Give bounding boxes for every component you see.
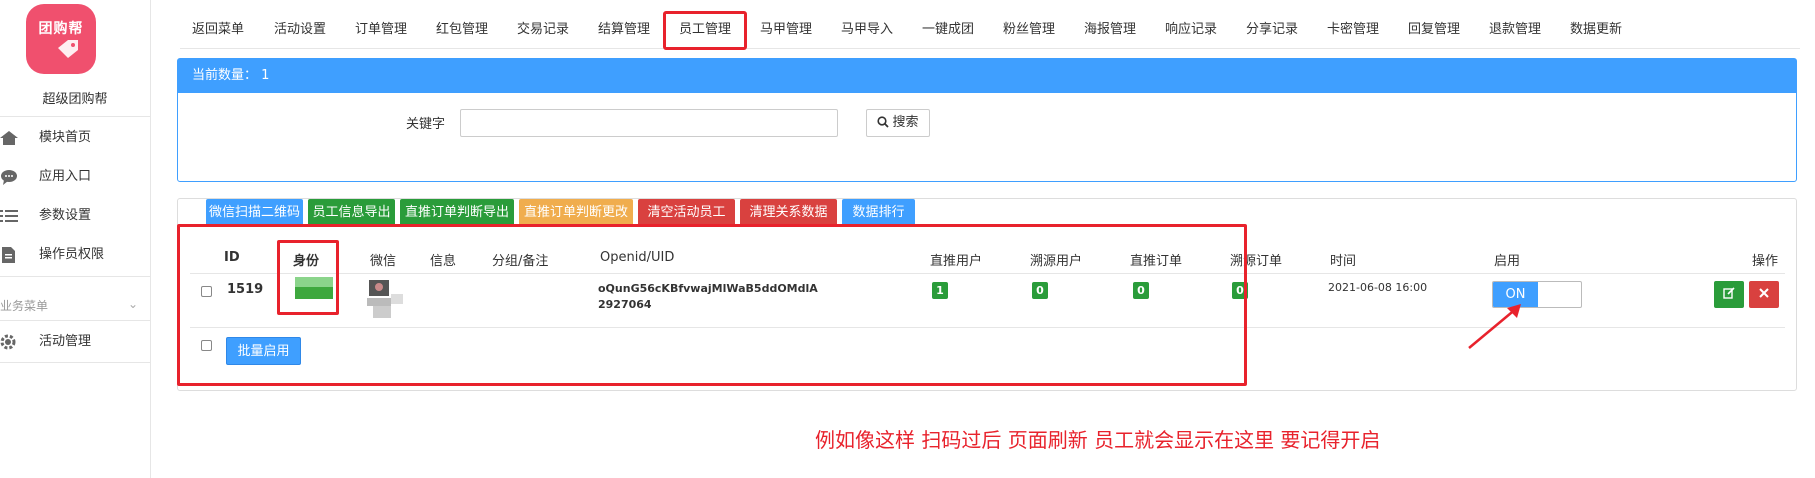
home-icon: [0, 131, 18, 145]
tab-settlement[interactable]: 结算管理: [598, 14, 650, 48]
file-icon: [2, 247, 15, 263]
tab-order-management[interactable]: 订单管理: [355, 14, 407, 48]
sidebar-item-label: 活动管理: [39, 334, 92, 349]
tab-activity-settings[interactable]: 活动设置: [274, 14, 326, 48]
wechat-scan-qrcode-button[interactable]: 微信扫描二维码: [206, 199, 303, 227]
sidebar-item-settings[interactable]: 参数设置: [0, 201, 150, 231]
sidebar-divider: [0, 320, 150, 321]
gear-icon: [0, 334, 16, 350]
search-button[interactable]: 搜索: [866, 109, 930, 137]
tab-transactions[interactable]: 交易记录: [517, 14, 569, 48]
edit-icon: [1723, 287, 1735, 299]
current-count: 当前数量： 1: [192, 68, 270, 83]
sidebar-section-label: 业务菜单: [0, 299, 49, 313]
active-tab-highlight: [663, 11, 747, 50]
tab-back-menu[interactable]: 返回菜单: [192, 14, 244, 48]
search-button-label: 搜索: [892, 115, 919, 130]
search-panel: 当前数量： 1 关键字 搜索: [177, 58, 1797, 182]
tab-vest-management[interactable]: 马甲管理: [760, 14, 812, 48]
keyword-input[interactable]: [460, 109, 838, 137]
instruction-annotation: 例如像这样 扫码过后 页面刷新 员工就会显示在这里 要记得开启: [815, 428, 1381, 452]
sidebar-item-label: 参数设置: [39, 208, 92, 223]
column-header-enabled: 启用: [1494, 254, 1521, 269]
tab-fans-management[interactable]: 粉丝管理: [1003, 14, 1055, 48]
tab-poster-management[interactable]: 海报管理: [1084, 14, 1136, 48]
highlight-box-identity: [277, 240, 339, 315]
panel-header: 当前数量： 1: [178, 59, 1796, 93]
export-direct-order-button[interactable]: 直推订单判断导出: [400, 199, 514, 227]
logo-text: 团购帮: [38, 21, 84, 37]
sidebar-divider: [0, 362, 150, 363]
change-direct-order-button[interactable]: 直推订单判断更改: [519, 199, 633, 227]
delete-button[interactable]: [1749, 281, 1779, 308]
tab-refund-management[interactable]: 退款管理: [1489, 14, 1541, 48]
arrow-icon: [1468, 304, 1521, 349]
clear-relation-data-button[interactable]: 清理关系数据: [740, 199, 837, 227]
tab-card-management[interactable]: 卡密管理: [1327, 14, 1379, 48]
sidebar-item-app-entry[interactable]: 应用入口: [0, 162, 150, 192]
row-time: 2021-06-08 16:00: [1328, 281, 1428, 294]
data-ranking-button[interactable]: 数据排行: [842, 199, 915, 227]
tab-vest-import[interactable]: 马甲导入: [841, 14, 893, 48]
tab-response-records[interactable]: 响应记录: [1165, 14, 1217, 48]
sidebar-divider: [0, 116, 150, 117]
export-staff-info-button[interactable]: 员工信息导出: [308, 199, 395, 227]
tag-icon: [58, 40, 78, 58]
tab-red-packet[interactable]: 红包管理: [436, 14, 488, 48]
sidebar-item-label: 应用入口: [39, 169, 92, 184]
search-icon: [877, 116, 890, 128]
tab-share-records[interactable]: 分享记录: [1246, 14, 1298, 48]
sidebar-item-label: 模块首页: [39, 130, 92, 145]
sidebar-item-home[interactable]: 模块首页: [0, 123, 150, 153]
app-name: 超级团购帮: [42, 92, 108, 107]
tab-one-click-group[interactable]: 一键成团: [922, 14, 974, 48]
keyword-label: 关键字: [406, 117, 446, 132]
top-tab-bar: 返回菜单 活动设置 订单管理 红包管理 交易记录 结算管理 员工管理 马甲管理 …: [180, 14, 1800, 49]
chevron-down-icon[interactable]: ⌄: [128, 297, 138, 311]
sidebar-item-activity-management[interactable]: 活动管理: [0, 327, 150, 357]
sidebar-item-label: 操作员权限: [39, 247, 105, 262]
tab-data-update[interactable]: 数据更新: [1570, 14, 1622, 48]
close-icon: [1759, 288, 1769, 298]
app-logo[interactable]: 团购帮: [26, 4, 96, 74]
sidebar-divider: [0, 276, 150, 277]
clear-activity-staff-button[interactable]: 清空活动员工: [638, 199, 735, 227]
chat-icon: [1, 170, 17, 185]
column-header-actions: 操作: [1752, 254, 1779, 269]
tab-reply-management[interactable]: 回复管理: [1408, 14, 1460, 48]
list-icon: [0, 210, 18, 222]
sidebar: 团购帮 超级团购帮 模块首页 应用入口 参数设置 操作员权限 业务菜单 ⌄ 活动…: [0, 0, 151, 478]
edit-button[interactable]: [1714, 281, 1744, 308]
column-header-time: 时间: [1330, 254, 1357, 269]
sidebar-item-operator-permissions[interactable]: 操作员权限: [0, 240, 150, 270]
